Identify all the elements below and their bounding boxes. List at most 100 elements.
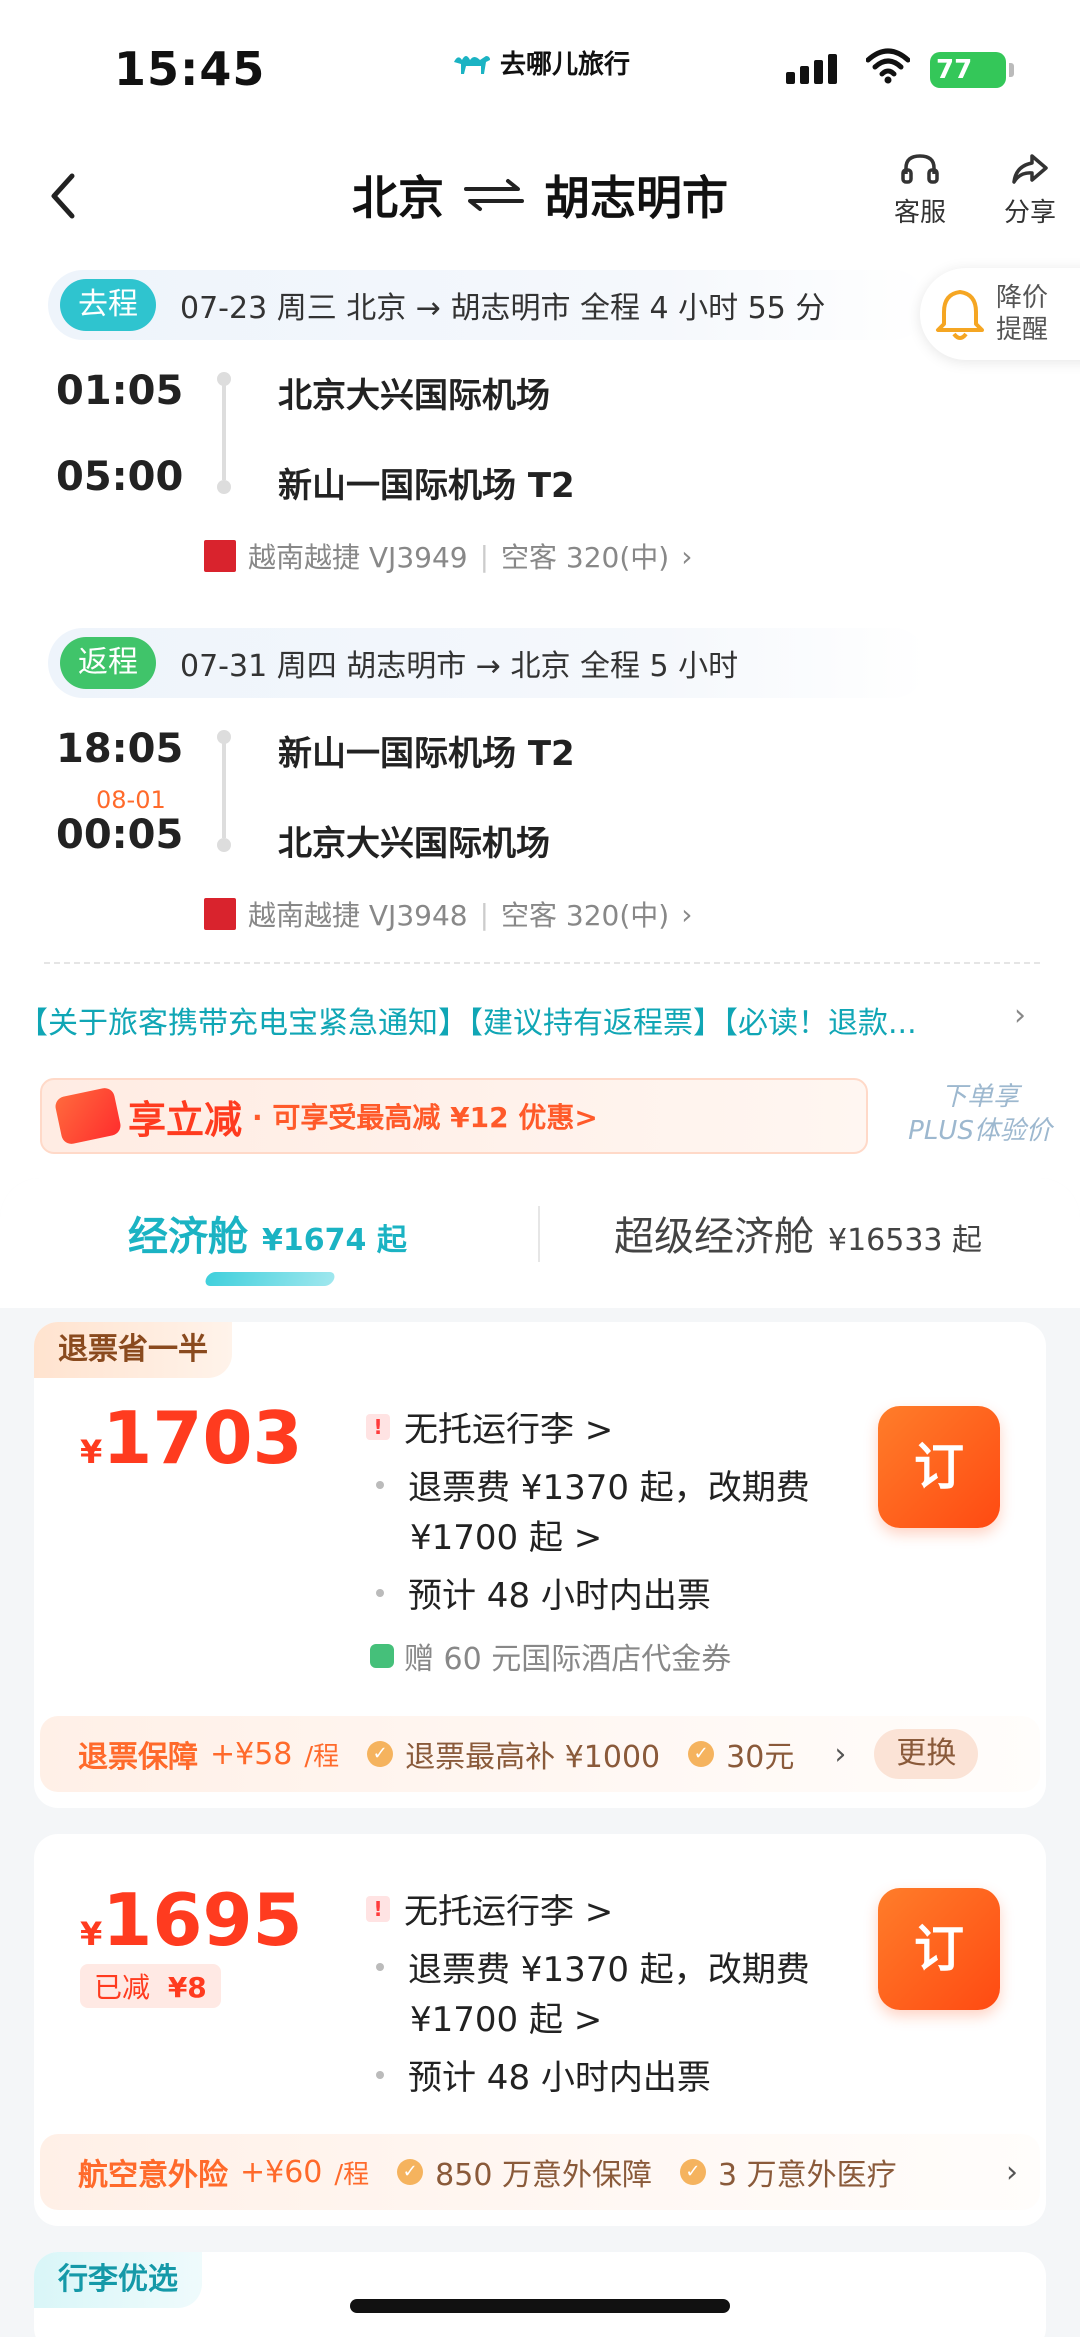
chevron-right-icon: › — [681, 897, 693, 931]
outbound-arrival-airport: 新山一国际机场 T2 — [278, 466, 575, 506]
inbound-arrival-time: 00:05 — [56, 812, 184, 858]
tab-divider — [538, 1206, 540, 1262]
outbound-tag: 去程 — [60, 279, 156, 331]
red-packet-icon — [53, 1086, 123, 1146]
warning-icon: ! — [366, 1413, 390, 1440]
share-label: 分享 — [1003, 198, 1056, 228]
brand-name: 去哪儿旅行 — [500, 50, 631, 80]
share-button[interactable]: 分享 — [990, 152, 1070, 229]
insurance-item: 3 万意外医疗 — [717, 2158, 897, 2193]
inbound-airline: 越南越捷 VJ3948 — [248, 899, 468, 932]
promo-subtitle: · 可享受最高减 ¥12 优惠> — [252, 1101, 598, 1134]
promo-title: 享立减 — [128, 1097, 243, 1142]
tab-price: ¥16533 起 — [828, 1223, 983, 1258]
inbound-aircraft: 空客 320(中) — [501, 899, 670, 932]
outbound-arrival-time: 05:00 — [56, 454, 184, 500]
instant-discount-banner[interactable]: 享立减 · 可享受最高减 ¥12 优惠> — [40, 1078, 868, 1154]
title-origin: 北京 — [352, 171, 444, 225]
check-icon: ✓ — [679, 2159, 706, 2185]
title-destination: 胡志明市 — [544, 171, 728, 225]
fare-feature-refund[interactable]: 退票费 ¥1370 起，改期费 — [366, 1460, 810, 1509]
plus-price-badge: 下单享 PLUS体验价 — [880, 1080, 1080, 1148]
insurance-price: +¥60 — [240, 2154, 323, 2190]
timeline-dot — [217, 480, 231, 494]
fare-feature-refund[interactable]: 退票费 ¥1370 起，改期费 — [366, 1942, 810, 1991]
check-icon: ✓ — [688, 1741, 715, 1767]
signal-icon — [786, 54, 837, 84]
fare-price: ¥1703 — [80, 1396, 303, 1480]
insurance-row[interactable]: 航空意外险 +¥60 /程 ✓ 850 万意外保障 ✓ 3 万意外医疗 › — [40, 2134, 1040, 2210]
fare-price: ¥1695 — [80, 1878, 303, 1962]
insurance-item: 退票最高补 ¥1000 — [405, 1740, 661, 1775]
chevron-right-icon[interactable]: › — [1014, 998, 1026, 1033]
warning-icon: ! — [366, 1895, 390, 1922]
insurance-row[interactable]: 退票保障 +¥58 /程 ✓ 退票最高补 ¥1000 ✓ 30元 › 更换 — [40, 1716, 1040, 1792]
tab-label: 超级经济舱 — [614, 1214, 814, 1260]
fare-feature-ticketing: 预计 48 小时内出票 — [366, 1568, 711, 1617]
fare-feature-change-fee[interactable]: ¥1700 起 > — [410, 1510, 602, 1559]
fare-feature-baggage[interactable]: ! 无托运行李 > — [366, 1884, 613, 1933]
fare-gift: 赠 60 元国际酒店代金券 — [370, 1634, 731, 1678]
price-alert-button[interactable]: 降价 提醒 — [920, 268, 1080, 360]
insurance-title: 航空意外险 — [78, 2158, 228, 2193]
timeline-line — [222, 384, 226, 480]
outbound-summary: 去程 07-23 周三 北京 → 胡志明市 全程 4 小时 55 分 — [48, 270, 928, 340]
tab-price: ¥1674 起 — [262, 1223, 407, 1258]
tab-active-indicator — [203, 1272, 337, 1286]
fare-feature-change-fee[interactable]: ¥1700 起 > — [410, 1992, 602, 2041]
inbound-arrival-airport: 北京大兴国际机场 — [278, 824, 550, 864]
price-alert-label: 降价 提醒 — [996, 283, 1049, 345]
insurance-item: 850 万意外保障 — [435, 2158, 652, 2193]
chevron-right-icon: › — [834, 1736, 847, 1772]
fare-feature-baggage[interactable]: ! 无托运行李 > — [366, 1402, 613, 1451]
wifi-icon — [866, 48, 910, 84]
status-time: 15:45 — [114, 42, 266, 96]
chevron-right-icon: › — [1006, 2154, 1018, 2190]
bell-icon — [936, 290, 984, 340]
inbound-summary: 返程 07-31 周四 胡志明市 → 北京 全程 5 小时 — [48, 628, 928, 698]
fare-tag: 退票省一半 — [34, 1322, 232, 1378]
battery-indicator: 77 — [930, 52, 1014, 88]
outbound-flight-info[interactable]: 越南越捷 VJ3949 | 空客 320(中) › — [204, 536, 692, 576]
chevron-right-icon: › — [681, 539, 693, 573]
book-button[interactable]: 订 — [878, 1888, 1000, 2010]
inbound-tag: 返程 — [60, 637, 156, 689]
check-icon: ✓ — [397, 2159, 424, 2185]
thumbs-up-icon — [370, 1644, 394, 1668]
outbound-departure-time: 01:05 — [56, 368, 184, 414]
inbound-info: 07-31 周四 胡志明市 → 北京 全程 5 小时 — [180, 649, 739, 684]
outbound-departure-airport: 北京大兴国际机场 — [278, 376, 550, 416]
brand-logo: 去哪儿旅行 — [452, 44, 630, 81]
share-icon — [1012, 154, 1048, 184]
insurance-item: 30元 — [726, 1740, 795, 1775]
check-icon: ✓ — [367, 1741, 394, 1767]
outbound-airline: 越南越捷 VJ3949 — [248, 541, 468, 574]
plus-line2: PLUS体验价 — [908, 1116, 1052, 1146]
headset-icon — [901, 154, 939, 184]
inbound-flight-info[interactable]: 越南越捷 VJ3948 | 空客 320(中) › — [204, 894, 692, 934]
insurance-unit: /程 — [334, 2159, 370, 2190]
timeline-line — [222, 742, 226, 838]
camel-icon — [454, 55, 490, 74]
plus-line1: 下单享 — [940, 1082, 1019, 1112]
inbound-departure-airport: 新山一国际机场 T2 — [278, 734, 575, 774]
airline-logo — [204, 540, 236, 572]
airline-logo — [204, 898, 236, 930]
book-button[interactable]: 订 — [878, 1406, 1000, 1528]
tab-economy[interactable]: 经济舱 ¥1674 起 — [128, 1204, 407, 1262]
customer-service-label: 客服 — [893, 198, 946, 228]
customer-service-button[interactable]: 客服 — [880, 152, 960, 229]
notice-banner[interactable]: 【关于旅客携带充电宝紧急通知】【建议持有返程票】【必读！退款... — [18, 998, 1018, 1042]
insurance-price: +¥58 — [210, 1736, 293, 1772]
home-indicator — [350, 2299, 730, 2313]
tab-premium-economy[interactable]: 超级经济舱 ¥16533 起 — [614, 1204, 982, 1262]
timeline-dot — [217, 838, 231, 852]
swap-button[interactable]: 更换 — [874, 1729, 979, 1779]
insurance-unit: /程 — [304, 1741, 340, 1772]
inbound-arrival-date: 08-01 — [96, 786, 166, 814]
discount-badge: 已减 ¥8 — [80, 1964, 221, 2008]
tab-label: 经济舱 — [128, 1214, 248, 1260]
round-trip-icon — [464, 179, 524, 211]
outbound-aircraft: 空客 320(中) — [501, 541, 670, 574]
fare-tag: 行李优选 — [34, 2252, 202, 2308]
